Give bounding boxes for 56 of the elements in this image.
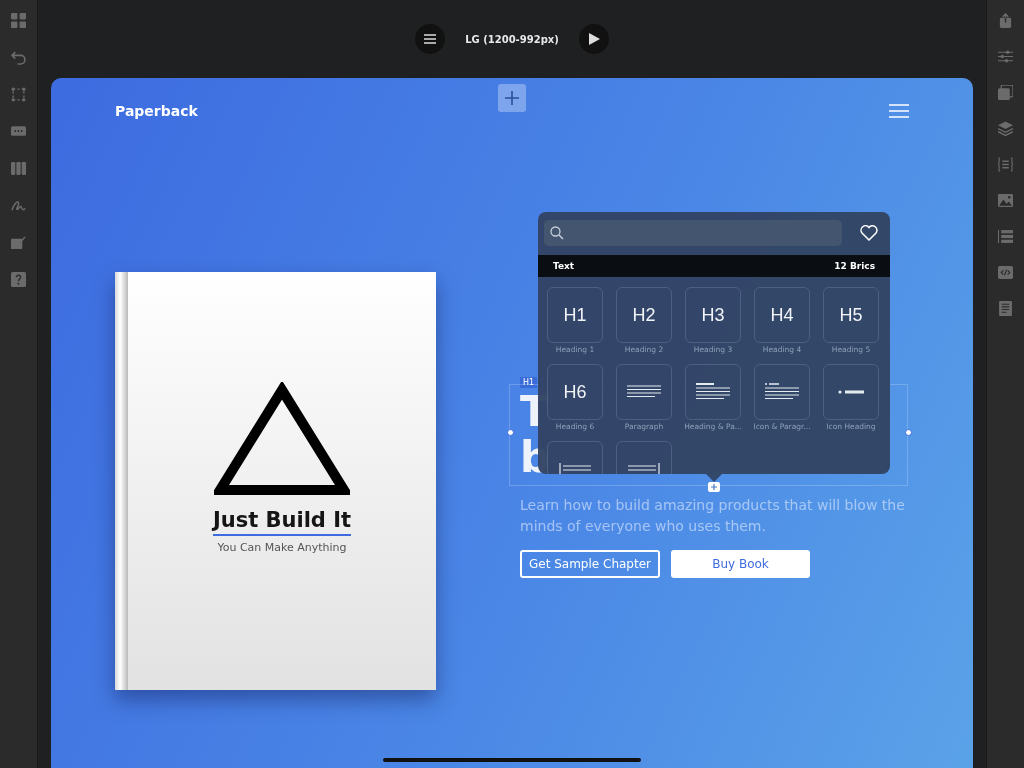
copy-icon[interactable] [998,85,1013,100]
bric-tile[interactable]: H2 [616,287,672,343]
squiggle-icon[interactable] [11,198,26,213]
play-button[interactable] [579,24,609,54]
menu-icon [424,34,436,44]
element-tag: H1 [520,377,538,388]
add-element-button[interactable] [708,482,720,492]
icon-paragraph-lines-icon [765,383,799,401]
document-icon[interactable] [998,301,1013,316]
dots-box-icon[interactable] [11,124,26,139]
sliders-icon[interactable] [998,49,1013,64]
plus-icon [505,91,519,105]
book-title: Just Build It [212,508,352,536]
plus-icon [711,484,717,490]
menu-button[interactable] [415,24,445,54]
resize-handle[interactable] [905,429,912,436]
bric-tile[interactable]: H4 [754,287,810,343]
share-icon[interactable] [998,13,1013,28]
bric-tile[interactable]: H1 [547,287,603,343]
search-icon [550,225,564,240]
right-bar-lines-icon [628,463,660,474]
left-bar-lines-icon [559,463,591,474]
image-icon[interactable] [998,193,1013,208]
bric-tile[interactable] [823,364,879,420]
heading-paragraph-lines-icon [696,383,730,401]
code-icon[interactable] [998,265,1013,280]
heart-icon[interactable] [860,224,878,241]
selection-icon[interactable] [11,87,26,102]
columns-icon[interactable] [11,161,26,176]
bric-tile[interactable]: H3 [685,287,741,343]
add-section-button[interactable] [498,84,526,112]
help-icon[interactable] [11,272,26,287]
category-name: Text [553,261,575,271]
braces-icon[interactable] [998,157,1013,172]
menu-icon[interactable] [889,104,909,118]
icon-heading-line-icon [838,390,864,394]
pencil-board-icon[interactable] [11,235,26,250]
play-icon [588,33,600,45]
undo-icon[interactable] [11,50,26,65]
bric-tile[interactable]: H6 [547,364,603,420]
buy-button[interactable]: Buy Book [671,550,810,578]
search-field[interactable] [544,219,842,246]
resize-handle[interactable] [507,429,514,436]
hero-paragraph: Learn how to build amazing products that will blow the minds of everyone who uses them. [520,496,906,536]
book-subtitle: You Can Make Anything [217,541,347,554]
brand-logo[interactable]: Paperback [115,103,198,119]
bric-tile[interactable] [685,364,741,420]
bric-tile[interactable] [754,364,810,420]
bric-tile[interactable]: H5 [823,287,879,343]
bric-tile[interactable] [616,364,672,420]
paragraph-lines-icon [627,385,661,399]
layers-icon[interactable] [998,121,1013,136]
grid-icon[interactable] [11,13,26,28]
breakpoint-label: LG (1200-992px) [464,33,560,45]
list-icon[interactable] [998,229,1013,244]
bric-count: 12 Brics [834,261,875,271]
